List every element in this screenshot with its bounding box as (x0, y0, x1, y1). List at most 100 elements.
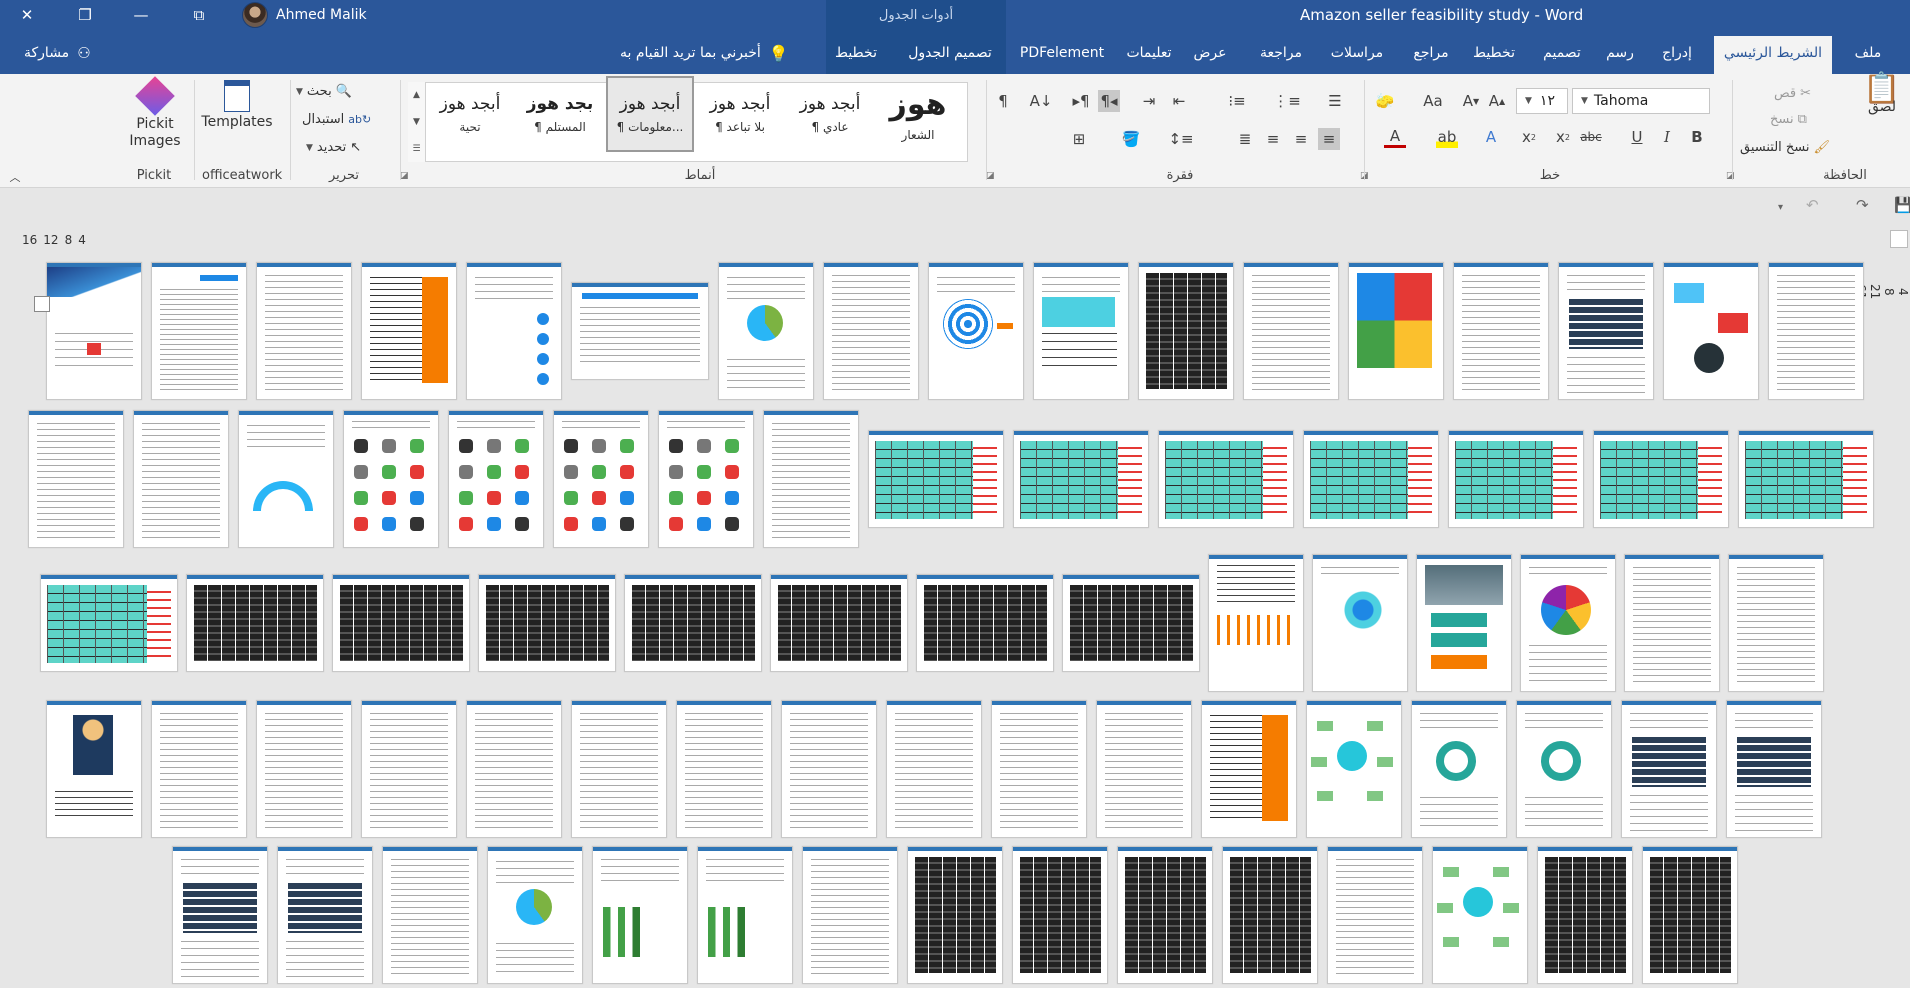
text-line (1420, 713, 1498, 714)
page-thumbnail[interactable] (478, 574, 616, 672)
text-line (727, 359, 805, 360)
product-image (620, 491, 634, 505)
page-thumbnail[interactable] (1117, 846, 1213, 984)
page-thumbnail[interactable] (186, 574, 324, 672)
page-thumbnail[interactable] (1243, 262, 1339, 400)
page-thumbnail[interactable] (697, 846, 793, 984)
page-thumbnail[interactable] (658, 410, 754, 548)
page-thumbnail[interactable] (770, 574, 908, 672)
page-thumbnail[interactable] (916, 574, 1054, 672)
page-thumbnail[interactable] (1728, 554, 1824, 692)
page-thumbnail[interactable] (40, 574, 178, 672)
page-thumbnail[interactable] (1208, 554, 1304, 692)
page-thumbnail[interactable] (1432, 846, 1528, 984)
page-thumbnail[interactable] (1013, 430, 1149, 528)
page-thumbnail[interactable] (1096, 700, 1192, 838)
page-thumbnail[interactable] (1453, 262, 1549, 400)
text-line (580, 761, 658, 762)
page-thumbnail[interactable] (928, 262, 1024, 400)
page-thumbnail[interactable] (571, 700, 667, 838)
text-line (1105, 809, 1183, 810)
text-line (1252, 383, 1330, 384)
text-line (475, 815, 553, 816)
page-thumbnail[interactable] (382, 846, 478, 984)
page-thumbnail[interactable] (676, 700, 772, 838)
text-line (895, 779, 973, 780)
page-thumbnail[interactable] (343, 410, 439, 548)
page-thumbnail[interactable] (1303, 430, 1439, 528)
page-thumbnail[interactable] (886, 700, 982, 838)
page-thumbnail[interactable] (1312, 554, 1408, 692)
page-thumbnail[interactable] (1348, 262, 1444, 400)
page-thumbnail[interactable] (448, 410, 544, 548)
page-thumbnail[interactable] (238, 410, 334, 548)
page-thumbnail[interactable] (1327, 846, 1423, 984)
page-thumbnail[interactable] (332, 574, 470, 672)
page-thumbnail[interactable] (1411, 700, 1507, 838)
text-line (265, 815, 343, 816)
page-thumbnail[interactable] (151, 700, 247, 838)
page-thumbnail[interactable] (256, 262, 352, 400)
page-thumbnail[interactable] (1621, 700, 1717, 838)
page-thumbnail[interactable] (1138, 262, 1234, 400)
text-line (772, 429, 850, 430)
page-thumbnail[interactable] (1306, 700, 1402, 838)
page-thumbnail[interactable] (802, 846, 898, 984)
page-thumbnail[interactable] (1158, 430, 1294, 528)
page-thumbnail[interactable] (172, 846, 268, 984)
product-image (592, 465, 606, 479)
page-thumbnail[interactable] (1012, 846, 1108, 984)
page-thumbnail[interactable] (571, 282, 709, 380)
page-thumbnail[interactable] (624, 574, 762, 672)
text-line (265, 731, 343, 732)
product-image (487, 465, 501, 479)
page-thumbnail[interactable] (151, 262, 247, 400)
page-thumbnail[interactable] (1448, 430, 1584, 528)
text-line (286, 941, 364, 942)
page-thumbnail[interactable] (907, 846, 1003, 984)
page-thumbnail[interactable] (487, 846, 583, 984)
page-thumbnail[interactable] (868, 430, 1004, 528)
page-thumbnail[interactable] (1558, 262, 1654, 400)
page-thumbnail[interactable] (553, 410, 649, 548)
ring-graphic (1541, 741, 1581, 781)
page-thumbnail[interactable] (256, 700, 352, 838)
page-thumbnail[interactable] (1768, 262, 1864, 400)
page-thumbnail[interactable] (1593, 430, 1729, 528)
page-thumbnail[interactable] (1663, 262, 1759, 400)
page-thumbnail[interactable] (46, 700, 142, 838)
page-thumbnail[interactable] (1537, 846, 1633, 984)
page-thumbnail[interactable] (781, 700, 877, 838)
page-thumbnail[interactable] (1062, 574, 1200, 672)
page-thumbnail[interactable] (466, 262, 562, 400)
page-thumbnail[interactable] (823, 262, 919, 400)
page-thumbnail[interactable] (46, 262, 142, 400)
page-thumbnail[interactable] (991, 700, 1087, 838)
page-thumbnail[interactable] (592, 846, 688, 984)
page-thumbnail[interactable] (361, 700, 457, 838)
page-thumbnail[interactable] (1516, 700, 1612, 838)
page-thumbnail[interactable] (361, 262, 457, 400)
page-thumbnail[interactable] (466, 700, 562, 838)
page-thumbnail[interactable] (1416, 554, 1512, 692)
text-line (160, 761, 238, 762)
page-thumbnail[interactable] (277, 846, 373, 984)
page-thumbnail[interactable] (1222, 846, 1318, 984)
page-thumbnail[interactable] (133, 410, 229, 548)
page-thumbnail[interactable] (1738, 430, 1874, 528)
page-thumbnail[interactable] (1033, 262, 1129, 400)
table-block (55, 791, 133, 821)
page-thumbnail[interactable] (1520, 554, 1616, 692)
page-thumbnail[interactable] (763, 410, 859, 548)
text-line (37, 423, 115, 424)
text-line (1737, 573, 1815, 574)
page-thumbnail[interactable] (1201, 700, 1297, 838)
page-thumbnail[interactable] (1624, 554, 1720, 692)
page-thumbnail[interactable] (28, 410, 124, 548)
page-header-band (1538, 847, 1632, 851)
page-thumbnail[interactable] (1642, 846, 1738, 984)
text-line (811, 907, 889, 908)
table-select-checkbox[interactable] (34, 296, 50, 312)
page-thumbnail[interactable] (718, 262, 814, 400)
page-thumbnail[interactable] (1726, 700, 1822, 838)
